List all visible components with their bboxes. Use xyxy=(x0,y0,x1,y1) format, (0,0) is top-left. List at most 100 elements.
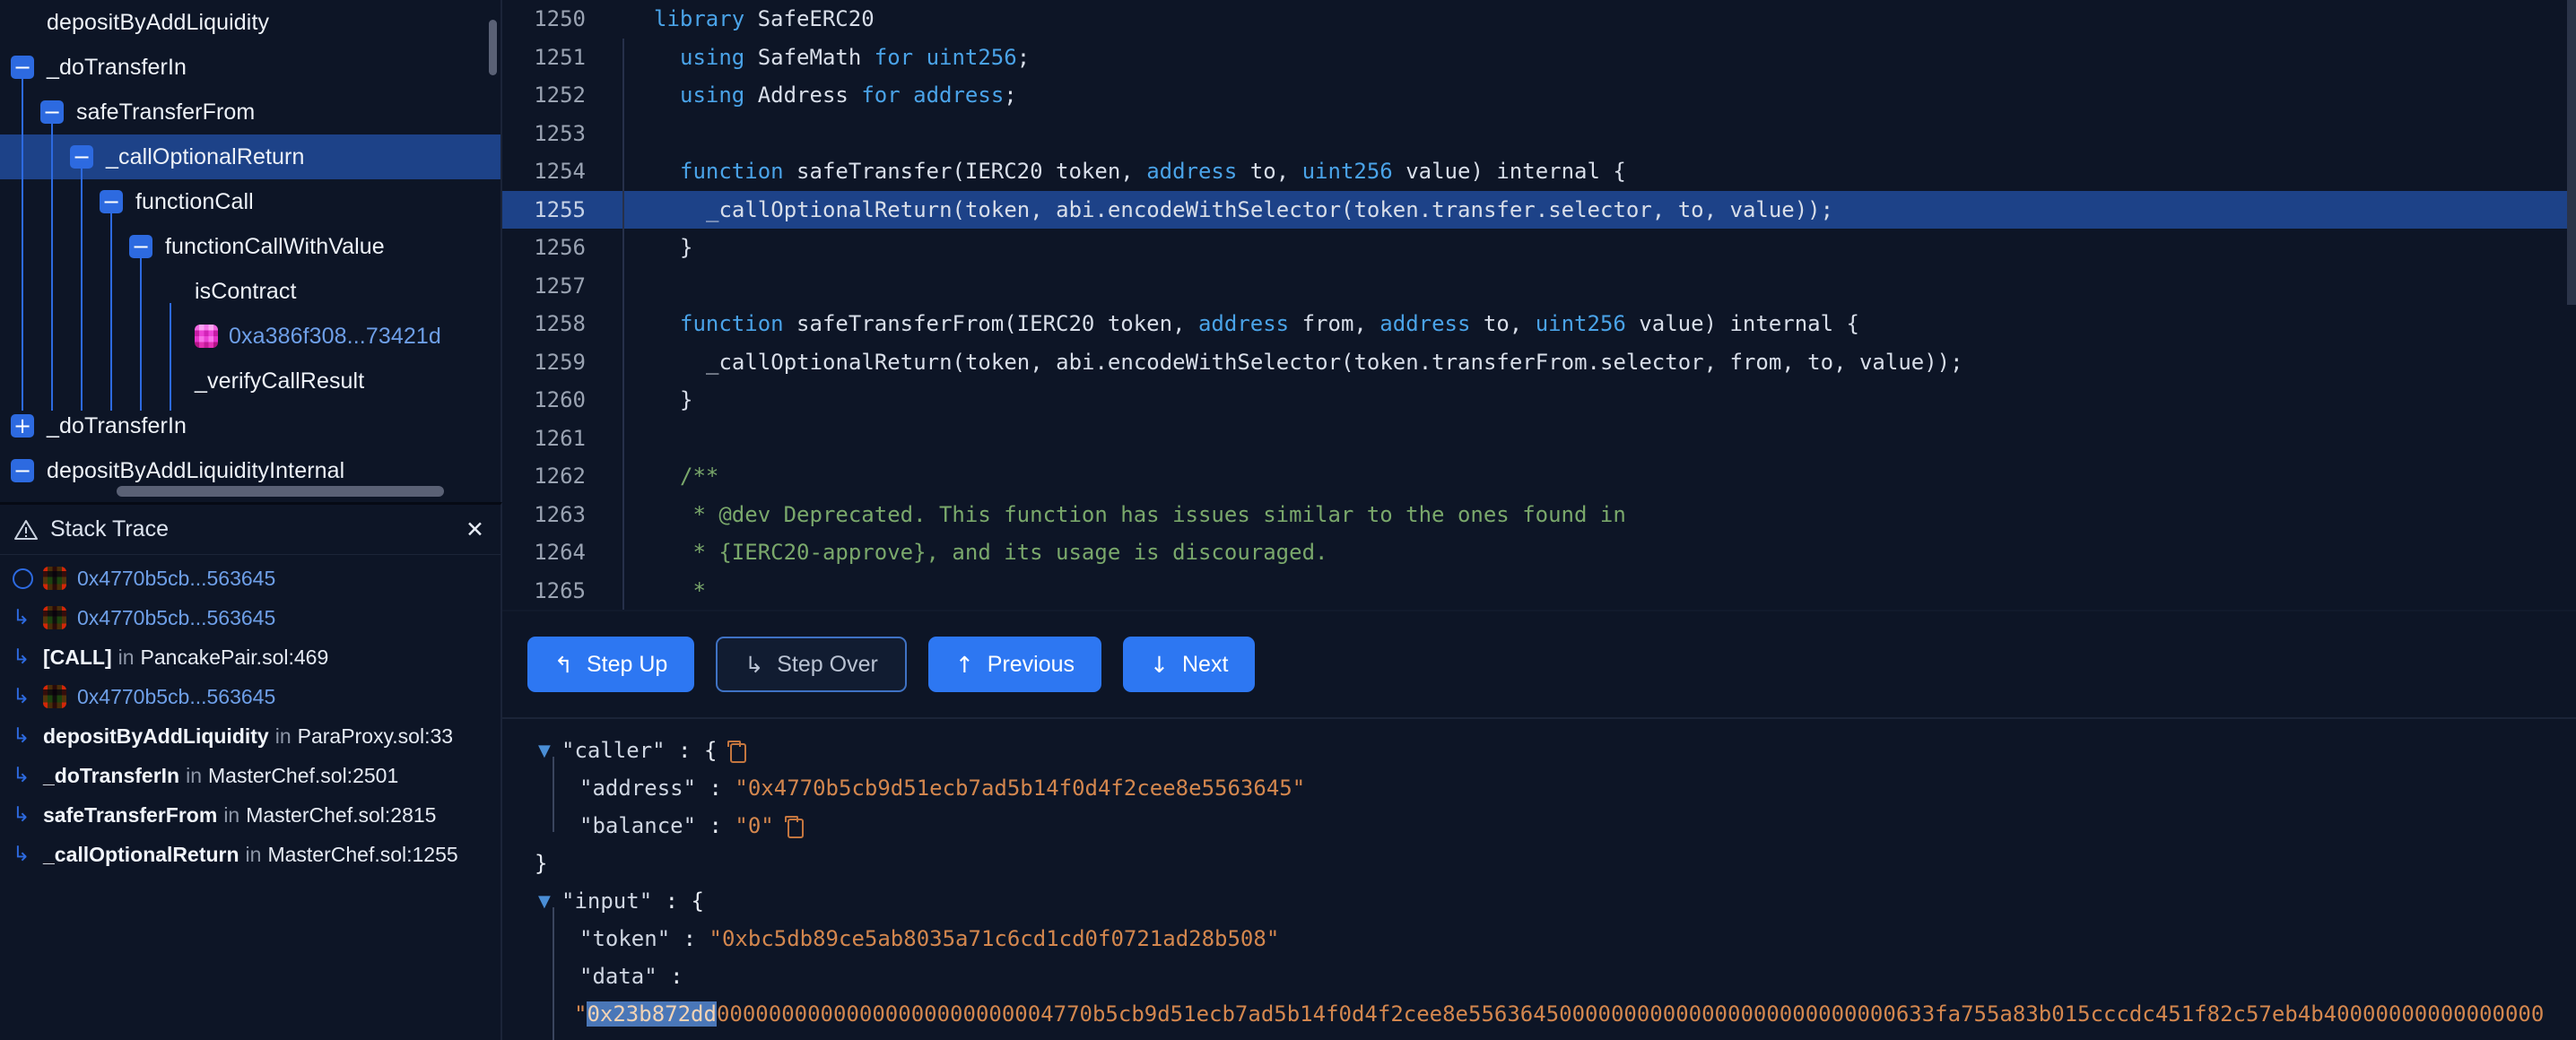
arrow-branch-icon: ↳ xyxy=(13,764,30,787)
code-token: function xyxy=(680,159,784,185)
code-line[interactable]: 1251 using SafeMath for uint256; xyxy=(502,38,2576,76)
expand-icon[interactable] xyxy=(11,414,34,438)
stack-trace-row[interactable]: ↳ _doTransferIn in MasterChef.sol:2501 xyxy=(0,756,500,795)
call-tree-row[interactable]: isContract xyxy=(0,269,500,314)
next-button[interactable]: ↓ Next xyxy=(1123,637,1256,692)
code-line[interactable]: 1262 /** xyxy=(502,457,2576,496)
collapse-icon[interactable] xyxy=(11,56,34,79)
previous-button[interactable]: ↑ Previous xyxy=(927,637,1102,692)
stack-frame-name: 0x4770b5cb...563645 xyxy=(77,566,276,590)
code-line[interactable]: 1256} xyxy=(502,229,2576,267)
code-text: } xyxy=(641,235,692,260)
call-tree-row-label: safeTransferFrom xyxy=(76,99,256,125)
code-text: } xyxy=(641,387,692,412)
call-tree-row[interactable]: _verifyCallResult xyxy=(0,359,500,403)
close-icon[interactable]: ✕ xyxy=(466,518,484,541)
line-number: 1257 xyxy=(534,273,586,299)
collapse-icon[interactable] xyxy=(70,145,93,169)
call-tree-row[interactable]: _callOptionalReturn xyxy=(0,134,500,179)
code-line[interactable]: 1264 * {IERC20-approve}, and its usage i… xyxy=(502,533,2576,572)
copy-icon[interactable] xyxy=(784,815,804,838)
line-number: 1261 xyxy=(534,425,586,451)
code-token: safeTransferFrom(IERC20 token, xyxy=(796,311,1198,337)
json-row-caller[interactable]: ▼ "caller" : { xyxy=(538,732,2576,769)
json-row-close-brace: } xyxy=(535,845,2576,882)
circle-icon xyxy=(13,568,43,589)
collapse-icon[interactable] xyxy=(100,190,123,213)
code-text: _callOptionalReturn(token, abi.encodeWit… xyxy=(641,350,1963,375)
json-row-balance: "balance" : "0" xyxy=(538,807,2576,845)
code-line[interactable]: 1260} xyxy=(502,381,2576,420)
call-tree-row[interactable]: _doTransferIn xyxy=(0,403,500,448)
call-tree-horizontal-scrollbar[interactable] xyxy=(117,486,444,497)
stack-trace-row[interactable]: 0x4770b5cb...563645 xyxy=(0,559,500,598)
line-number: 1251 xyxy=(534,44,586,70)
call-tree-panel[interactable]: depositByAddLiquidity _doTransferIn safeTr… xyxy=(0,0,502,502)
code-line[interactable]: 1258 function safeTransferFrom(IERC20 tok… xyxy=(502,305,2576,343)
editor-vertical-scrollbar[interactable] xyxy=(2567,0,2576,305)
line-number: 1262 xyxy=(534,464,586,490)
code-line[interactable]: 1261 xyxy=(502,419,2576,457)
chevron-down-icon[interactable]: ▼ xyxy=(538,892,553,911)
json-value-data[interactable]: "0x23b872dd00000000000000000000000004770… xyxy=(538,995,2576,1040)
fold-gutter xyxy=(605,266,641,305)
call-tree-row[interactable]: _doTransferIn xyxy=(0,45,500,90)
step-over-button[interactable]: ↳ Step Over xyxy=(716,637,907,692)
arrow-down-icon: ↓ xyxy=(1150,651,1169,678)
collapse-icon[interactable] xyxy=(11,459,34,482)
arrow-branch-icon: ↳ xyxy=(13,606,30,629)
call-tree-vertical-scrollbar[interactable] xyxy=(489,20,497,75)
button-label: Previous xyxy=(987,651,1075,677)
call-tree-row[interactable]: safeTransferFrom xyxy=(0,90,500,134)
code-line[interactable]: 1263 * @dev Deprecated. This function ha… xyxy=(502,495,2576,533)
fold-gutter xyxy=(605,419,641,457)
collapse-icon[interactable] xyxy=(129,235,152,258)
code-line[interactable]: 1252 using Address for address; xyxy=(502,76,2576,115)
code-line[interactable]: 1259 _callOptionalReturn(token, abi.encod… xyxy=(502,342,2576,381)
code-line[interactable]: 1250 library SafeERC20 xyxy=(502,0,2576,39)
step-up-button[interactable]: ↰ Step Up xyxy=(527,637,695,692)
code-token: } xyxy=(680,387,693,413)
arrow-branch-icon: ↳ xyxy=(13,803,30,827)
line-number: 1258 xyxy=(534,311,586,337)
code-line[interactable]: 1254 function safeTransfer(IERC20 token, … xyxy=(502,152,2576,191)
code-line[interactable]: 1253 xyxy=(502,114,2576,152)
line-number: 1253 xyxy=(534,120,586,146)
line-number: 1256 xyxy=(534,235,586,261)
stack-frame-in-word: in xyxy=(274,724,292,748)
line-number: 1252 xyxy=(534,82,586,108)
stack-trace-row[interactable]: ↳ 0x4770b5cb...563645 xyxy=(0,677,500,716)
collapse-icon[interactable] xyxy=(40,100,64,124)
chevron-down-icon[interactable]: ▼ xyxy=(538,741,553,760)
stack-trace-row[interactable]: ↳ _callOptionalReturn in MasterChef.sol:125… xyxy=(0,835,500,874)
json-row-token: "token" : "0xbc5db89ce5ab8035a71c6cd1cd0… xyxy=(538,920,2576,958)
call-tree-row[interactable]: functionCallWithValue xyxy=(0,224,500,269)
call-tree-row[interactable]: depositByAddLiquidity xyxy=(0,0,500,45)
stack-trace-row[interactable]: ↳ depositByAddLiquidity in ParaProxy.sol:33 xyxy=(0,716,500,756)
code-token: Address xyxy=(757,82,849,108)
line-number: 1264 xyxy=(534,540,586,566)
code-line[interactable]: 1257 xyxy=(502,266,2576,305)
stack-trace-row[interactable]: ↳ safeTransferFrom in MasterChef.sol:2815 xyxy=(0,795,500,835)
stack-frame-name: 0x4770b5cb...563645 xyxy=(77,605,276,629)
code-line[interactable]: 1255 _callOptionalReturn(token, abi.encod… xyxy=(502,190,2576,229)
json-value-token: "0xbc5db89ce5ab8035a71c6cd1cd0f0721ad28b… xyxy=(709,926,1280,951)
json-punct-close: } xyxy=(535,851,548,876)
stack-trace-row[interactable]: ↳ 0x4770b5cb...563645 xyxy=(0,598,500,637)
copy-icon[interactable] xyxy=(727,740,747,763)
code-token: safeTransfer(IERC20 token, xyxy=(796,159,1147,185)
tree-connector-line xyxy=(110,213,112,411)
stack-trace-row[interactable]: ↳ [CALL] in PancakePair.sol:469 xyxy=(0,637,500,677)
tree-connector-line xyxy=(140,258,142,411)
step-up-icon: ↰ xyxy=(554,651,573,678)
call-tree-row[interactable]: 0xa386f308...73421d xyxy=(0,314,500,359)
code-token: function xyxy=(680,311,784,337)
code-line[interactable]: 1265 * xyxy=(502,571,2576,610)
json-key-token: "token" xyxy=(579,926,671,951)
code-text: function safeTransferFrom(IERC20 token, … xyxy=(641,311,1859,336)
call-tree-row[interactable]: functionCall xyxy=(0,179,500,224)
detail-json-panel[interactable]: ▼ "caller" : { "address" : "0x4770b5cb9d… xyxy=(502,717,2576,1040)
stack-frame-location: MasterChef.sol:2815 xyxy=(246,802,437,827)
json-row-input[interactable]: ▼ "input" : { xyxy=(538,882,2576,920)
code-editor[interactable]: 1250 library SafeERC20 1251 using SafeMath … xyxy=(502,0,2576,610)
